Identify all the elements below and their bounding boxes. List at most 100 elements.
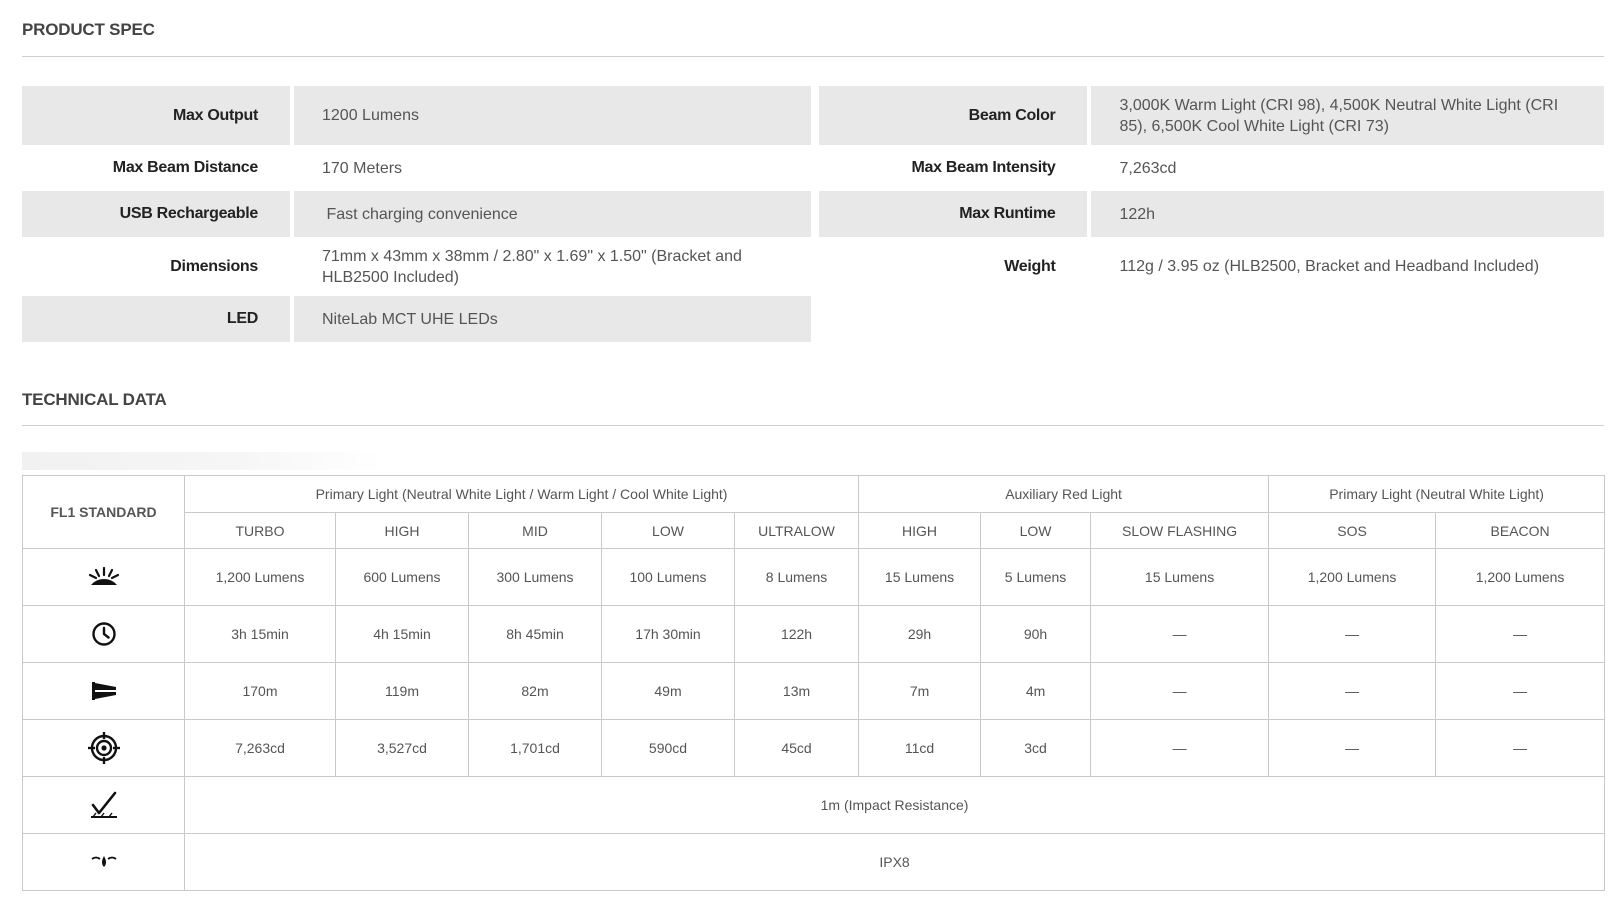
runtime-cell: 3h 15min (184, 605, 336, 663)
spec-value: 1200 Lumens (294, 86, 812, 145)
spec-item-empty (819, 296, 1604, 342)
mode-header: MID (468, 512, 602, 549)
spec-label: Weight (1004, 257, 1056, 275)
distance-cell: 13m (733, 662, 860, 720)
beam-distance-icon (22, 662, 185, 720)
intensity-cell: — (1090, 719, 1270, 777)
mode-header-row: TURBO HIGH MID LOW ULTRALOW HIGH LOW SLO… (23, 512, 1606, 549)
runtime-cell: 90h (980, 605, 1092, 663)
spec-item: Beam Color 3,000K Warm Light (CRI 98), 4… (819, 86, 1604, 145)
distance-cell: 7m (858, 662, 982, 720)
spec-value: Fast charging convenience (294, 191, 812, 237)
spec-label: Max Runtime (819, 191, 1088, 237)
spec-item: Max Beam Intensity 7,263cd (819, 145, 1604, 191)
mode-header: HIGH (335, 512, 469, 549)
output-cell: 15 Lumens (858, 548, 982, 606)
distance-cell: 49m (601, 662, 735, 720)
technical-data-table: FL1 STANDARD Primary Light (Neutral Whit… (22, 475, 1606, 891)
spec-value: 170 Meters (322, 159, 403, 177)
spec-value: 112g / 3.95 oz (HLB2500, Bracket and Hea… (1119, 258, 1540, 275)
spec-label: LED (22, 296, 290, 342)
spec-row: Max Beam Distance 170 Meters Max Beam In… (22, 145, 1604, 191)
spec-label: Beam Color (819, 86, 1088, 145)
intensity-cell: 590cd (601, 719, 735, 777)
runtime-clock-icon (22, 605, 185, 663)
output-icon (22, 548, 185, 606)
waterproof-icon (22, 833, 185, 891)
spec-item: Max Runtime 122h (819, 191, 1604, 237)
runtime-cell: 4h 15min (335, 605, 469, 663)
distance-cell: 119m (335, 662, 469, 720)
intensity-cell: 7,263cd (184, 719, 336, 777)
impact-row: 1m (Impact Resistance) (22, 776, 1606, 834)
spec-item: USB Rechargeable Fast charging convenien… (22, 191, 812, 237)
mode-header: LOW (980, 512, 1092, 549)
distance-cell: 82m (468, 662, 602, 720)
intensity-cell: — (1435, 719, 1606, 777)
group-header: Primary Light (Neutral White Light / War… (183, 475, 860, 513)
waterproof-row: IPX8 (22, 833, 1606, 891)
distance-row: 170m 119m 82m 49m 13m 7m 4m — — — (22, 662, 1606, 720)
output-cell: 15 Lumens (1090, 548, 1270, 606)
mode-header: HIGH (858, 512, 982, 549)
distance-cell: 4m (980, 662, 1092, 720)
spec-row: Dimensions 71mm x 43mm x 38mm / 2.80" x … (22, 237, 1604, 296)
output-cell: 300 Lumens (468, 548, 602, 606)
runtime-cell: 8h 45min (468, 605, 602, 663)
group-header: Primary Light (Neutral White Light) (1268, 475, 1606, 513)
mode-header: LOW (601, 512, 735, 549)
output-cell: 1,200 Lumens (1435, 548, 1606, 606)
intensity-target-icon (22, 719, 185, 777)
spec-item: Dimensions 71mm x 43mm x 38mm / 2.80" x … (22, 237, 811, 296)
spec-value: NiteLab MCT UHE LEDs (294, 296, 812, 342)
spec-label: USB Rechargeable (22, 191, 290, 237)
intensity-cell: 11cd (858, 719, 982, 777)
spec-label: Max Beam Intensity (911, 159, 1056, 176)
spec-value: 3,000K Warm Light (CRI 98), 4,500K Neutr… (1091, 86, 1604, 145)
product-spec-divider (22, 56, 1604, 57)
spec-item: Max Output 1200 Lumens (22, 86, 812, 145)
group-header: Auxiliary Red Light (858, 475, 1270, 513)
mode-header: BEACON (1435, 512, 1606, 549)
product-spec-title: PRODUCT SPEC (22, 20, 155, 39)
spec-row: USB Rechargeable Fast charging convenien… (22, 191, 1604, 237)
runtime-cell: 17h 30min (601, 605, 735, 663)
output-cell: 100 Lumens (601, 548, 735, 606)
runtime-cell: 122h (733, 605, 860, 663)
intensity-cell: 1,701cd (468, 719, 602, 777)
spec-item: LED NiteLab MCT UHE LEDs (22, 296, 812, 342)
mode-header: SLOW FLASHING (1090, 512, 1270, 549)
runtime-cell: 29h (858, 605, 982, 663)
intensity-cell: — (1268, 719, 1437, 777)
distance-cell: — (1435, 662, 1606, 720)
product-spec-table: Max Output 1200 Lumens Beam Color 3,000K… (22, 86, 1604, 342)
waterproof-cell: IPX8 (183, 833, 1606, 891)
technical-data-divider (22, 425, 1604, 426)
mode-header: SOS (1268, 512, 1437, 549)
output-cell: 1,200 Lumens (1268, 548, 1437, 606)
faded-bar (22, 452, 382, 470)
mode-header: ULTRALOW (733, 512, 860, 549)
spec-row: LED NiteLab MCT UHE LEDs (22, 296, 1604, 342)
standard-label: FL1 STANDARD (22, 475, 185, 549)
distance-cell: — (1090, 662, 1270, 720)
distance-cell: — (1268, 662, 1437, 720)
output-cell: 5 Lumens (980, 548, 1092, 606)
group-header-row: FL1 STANDARD Primary Light (Neutral Whit… (22, 475, 1606, 549)
runtime-cell: — (1435, 605, 1606, 663)
technical-data-title: TECHNICAL DATA (22, 390, 167, 409)
output-cell: 8 Lumens (733, 548, 860, 606)
runtime-cell: — (1090, 605, 1270, 663)
impact-cell: 1m (Impact Resistance) (183, 776, 1606, 834)
mode-header: TURBO (184, 512, 336, 549)
output-cell: 1,200 Lumens (184, 548, 336, 606)
spec-value: 122h (1091, 191, 1604, 237)
output-row: 1,200 Lumens 600 Lumens 300 Lumens 100 L… (22, 548, 1606, 606)
spec-item: Max Beam Distance 170 Meters (22, 145, 811, 191)
runtime-row: 3h 15min 4h 15min 8h 45min 17h 30min 122… (22, 605, 1606, 663)
spec-label: Max Beam Distance (112, 159, 259, 176)
spec-row: Max Output 1200 Lumens Beam Color 3,000K… (22, 86, 1604, 145)
intensity-row: 7,263cd 3,527cd 1,701cd 590cd 45cd 11cd … (22, 719, 1606, 777)
intensity-cell: 45cd (733, 719, 860, 777)
spec-label: Max Output (22, 86, 290, 145)
